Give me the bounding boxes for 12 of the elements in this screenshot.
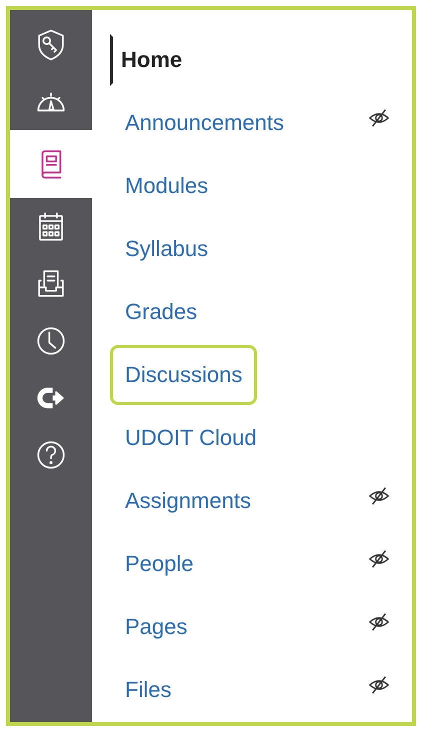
course-nav-link[interactable]: Home: [110, 34, 198, 86]
global-nav-item[interactable]: [10, 130, 92, 198]
course-nav-link[interactable]: Pages: [110, 596, 202, 656]
course-nav-link[interactable]: Syllabus: [110, 218, 224, 278]
course-nav-link[interactable]: Modules: [110, 156, 224, 216]
course-nav-link[interactable]: Discussions: [110, 344, 258, 404]
course-nav-link[interactable]: Grades: [110, 282, 212, 342]
course-nav-link[interactable]: Announcements: [110, 92, 299, 152]
course-nav-link[interactable]: Assignments: [110, 470, 266, 530]
course-nav-link[interactable]: People: [110, 534, 209, 594]
course-nav-link[interactable]: UDOIT Cloud: [110, 408, 272, 468]
course-nav-link[interactable]: Files: [110, 660, 186, 720]
